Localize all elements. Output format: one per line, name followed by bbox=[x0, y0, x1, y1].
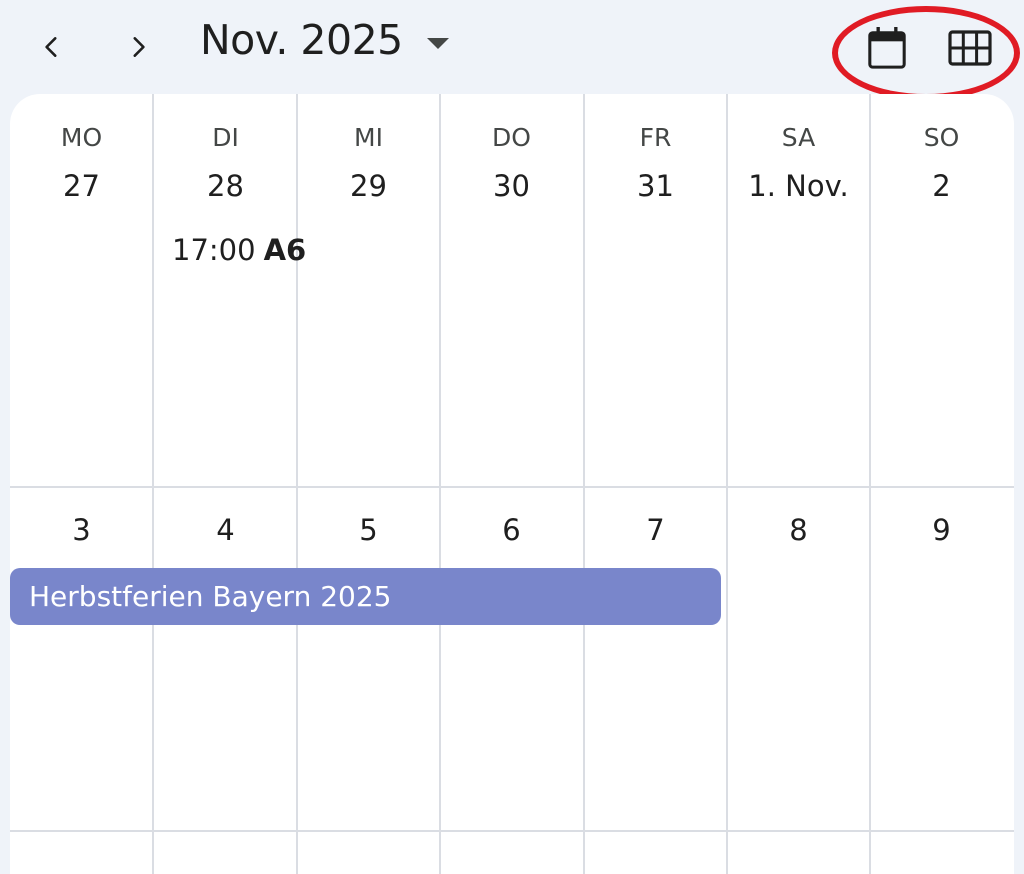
month-grid: MO 27 DI 28 MI 29 DO 30 FR 31 SA 1. Nov.… bbox=[10, 94, 1014, 874]
day-number: 8 bbox=[789, 513, 808, 547]
day-number: 9 bbox=[932, 513, 951, 547]
day-number: 3 bbox=[72, 513, 91, 547]
week-divider bbox=[10, 830, 1014, 832]
day-cell[interactable]: 4 bbox=[154, 94, 297, 830]
day-cell[interactable]: 5 bbox=[297, 94, 440, 830]
month-selector[interactable]: Nov. 2025 bbox=[200, 16, 449, 64]
day-cell[interactable]: 9 bbox=[870, 94, 1013, 830]
day-number: 4 bbox=[216, 513, 235, 547]
month-title: Nov. 2025 bbox=[200, 16, 403, 64]
event-time: 17:00 bbox=[172, 233, 256, 267]
day-view-button[interactable] bbox=[861, 22, 913, 74]
day-number: 5 bbox=[359, 513, 378, 547]
day-cell[interactable]: 8 bbox=[727, 94, 870, 830]
event-title: A6 bbox=[263, 233, 307, 267]
day-cell[interactable]: 7 bbox=[584, 94, 727, 830]
month-view-button[interactable] bbox=[944, 22, 996, 74]
timed-event[interactable]: 17:00 A6 bbox=[172, 233, 308, 273]
calendar-toolbar: Nov. 2025 bbox=[0, 0, 1024, 100]
next-month-button[interactable] bbox=[116, 25, 160, 69]
day-number: 7 bbox=[646, 513, 665, 547]
caret-down-icon bbox=[426, 37, 449, 49]
day-cell[interactable]: 6 bbox=[440, 94, 583, 830]
previous-month-button[interactable] bbox=[30, 25, 74, 69]
chevron-right-icon bbox=[133, 37, 145, 57]
calendar-day-icon bbox=[868, 27, 906, 69]
day-number: 6 bbox=[502, 513, 521, 547]
grid-month-icon bbox=[948, 30, 992, 66]
allday-event[interactable]: Herbstferien Bayern 2025 bbox=[10, 568, 721, 625]
day-cell[interactable]: 3 bbox=[10, 94, 153, 830]
chevron-left-icon bbox=[45, 37, 57, 57]
